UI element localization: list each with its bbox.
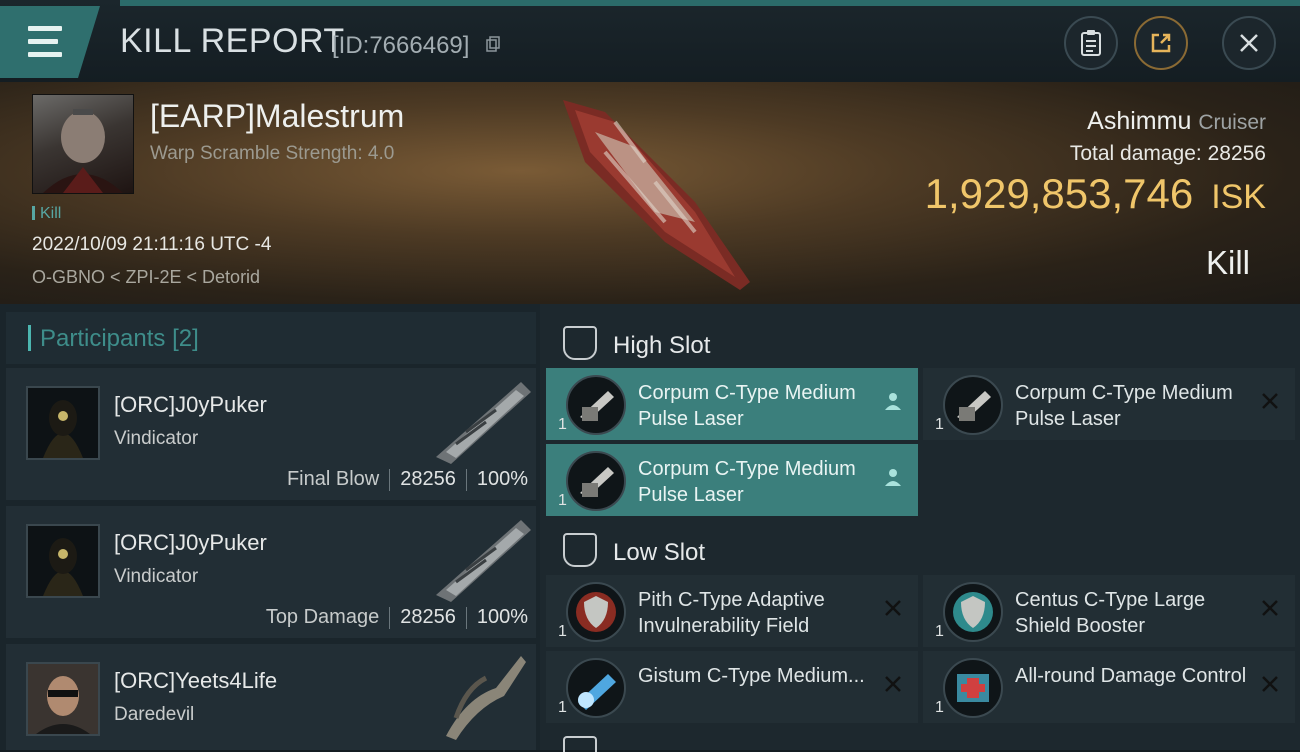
share-button[interactable] xyxy=(1134,16,1188,70)
victim-name: [EARP]Malestrum xyxy=(150,98,405,134)
participant-ship: Daredevil xyxy=(114,704,195,725)
participant-avatar xyxy=(26,662,100,736)
module-item[interactable]: 1 Corpum C-Type Medium Pulse Laser xyxy=(546,368,918,440)
isk-value: 1,929,853,746 ISK xyxy=(924,170,1266,217)
participant-row[interactable]: [ORC]Yeets4Life Daredevil xyxy=(6,644,536,750)
x-icon xyxy=(1262,600,1278,616)
pulse-laser-icon xyxy=(566,451,626,511)
person-icon xyxy=(885,469,901,486)
kill-label: Kill xyxy=(1205,244,1250,281)
module-item[interactable]: 1 All-round Damage Control xyxy=(923,651,1295,723)
close-button[interactable] xyxy=(1222,16,1276,70)
kill-datetime: 2022/10/09 21:11:16 UTC -4 xyxy=(32,234,272,255)
low-slot-header: Low Slot xyxy=(545,519,1295,579)
module-item[interactable]: 1 Centus C-Type Large Shield Booster xyxy=(923,575,1295,647)
high-slot-header: High Slot xyxy=(545,312,1295,372)
participant-stats: Final Blow 28256 100% xyxy=(286,468,528,491)
victim-portrait xyxy=(32,94,134,194)
page-title: KILL REPORT xyxy=(120,22,345,60)
pulse-laser-icon xyxy=(943,375,1003,435)
participant-ship-image xyxy=(446,656,526,740)
participant-row[interactable]: [ORC]J0yPuker Vindicator Final Blow 28256… xyxy=(6,368,536,500)
participant-avatar xyxy=(26,386,100,460)
close-icon xyxy=(1240,34,1258,52)
kill-tag: Kill xyxy=(32,205,61,223)
participant-ship-image xyxy=(436,520,531,602)
participant-ship: Vindicator xyxy=(114,428,199,449)
participant-avatar xyxy=(26,524,100,598)
participant-name: [ORC]J0yPuker xyxy=(114,392,267,417)
x-icon xyxy=(885,676,901,692)
low-slot-icon xyxy=(563,533,597,567)
x-icon xyxy=(1262,393,1278,409)
victim-ship-image xyxy=(563,100,750,290)
capacitor-icon xyxy=(566,658,626,718)
participant-ship-image xyxy=(436,382,531,464)
module-item[interactable]: 1 Corpum C-Type Medium Pulse Laser xyxy=(546,444,918,516)
x-icon xyxy=(885,600,901,616)
participant-stats: Top Damage 28256 100% xyxy=(265,606,528,629)
participant-row[interactable]: [ORC]J0yPuker Vindicator Top Damage 28256… xyxy=(6,506,536,638)
module-item[interactable]: 1 Pith C-Type Adaptive Invulnerability F… xyxy=(546,575,918,647)
total-damage: Total damage: 28256 xyxy=(1069,142,1266,165)
participant-name: [ORC]J0yPuker xyxy=(114,530,267,555)
clipboard-button[interactable] xyxy=(1064,16,1118,70)
pulse-laser-icon xyxy=(566,375,626,435)
person-icon xyxy=(885,393,901,410)
shield-icon xyxy=(566,582,626,642)
clipboard-icon xyxy=(1081,30,1101,56)
warp-scramble-strength: Warp Scramble Strength: 4.0 xyxy=(150,143,395,164)
x-icon xyxy=(1262,676,1278,692)
participant-name: [ORC]Yeets4Life xyxy=(114,668,278,693)
header-accent-line xyxy=(120,0,1300,6)
high-slot-icon xyxy=(563,326,597,360)
module-item[interactable]: 1 Gistum C-Type Medium... xyxy=(546,651,918,723)
damage-control-icon xyxy=(943,658,1003,718)
victim-ship: Ashimmu Cruiser xyxy=(1087,107,1266,135)
kill-location: O-GBNO < ZPI-2E < Detorid xyxy=(32,267,261,287)
participants-title: Participants [2] xyxy=(40,325,199,352)
copy-icon[interactable] xyxy=(486,36,500,52)
participant-ship: Vindicator xyxy=(114,566,199,587)
module-item[interactable]: 1 Corpum C-Type Medium Pulse Laser xyxy=(923,368,1295,440)
report-id: [ID:7666469] xyxy=(332,32,470,59)
share-icon xyxy=(1151,33,1171,53)
shield-booster-icon xyxy=(943,582,1003,642)
